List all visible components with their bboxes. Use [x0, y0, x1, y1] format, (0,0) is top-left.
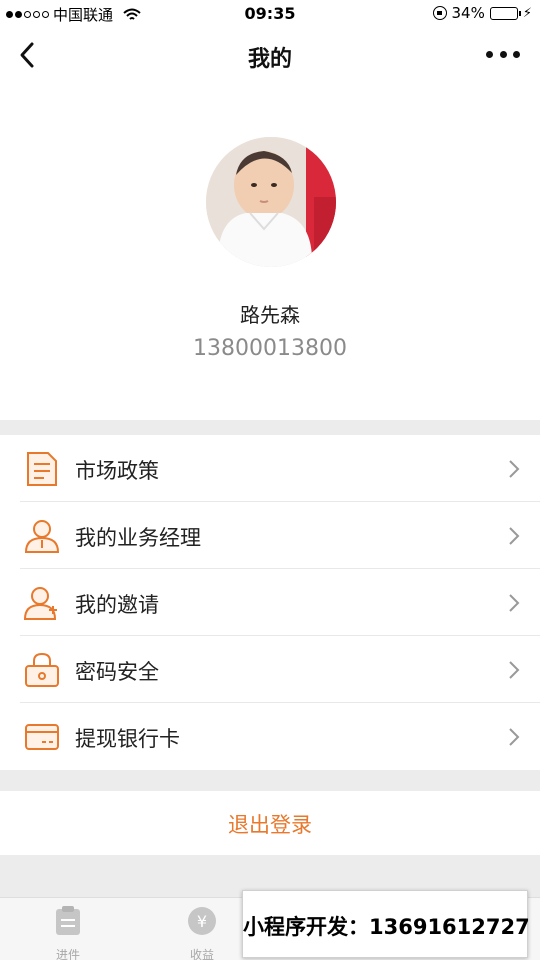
- clipboard-icon: [56, 906, 80, 935]
- chevron-left-icon[interactable]: [14, 40, 44, 70]
- menu-item-business-manager[interactable]: 我的业务经理: [0, 502, 540, 569]
- charging-icon: ⚡: [522, 5, 532, 21]
- tab-label: 收益: [189, 948, 214, 960]
- chevron-right-icon: [509, 527, 520, 545]
- invite-user-icon: [24, 587, 57, 620]
- logout-button[interactable]: 退出登录: [0, 791, 540, 855]
- svg-text:¥: ¥: [197, 912, 207, 931]
- more-dots-icon[interactable]: [486, 42, 520, 66]
- battery-percent: 34%: [451, 4, 485, 22]
- user-name: 路先森: [240, 303, 300, 327]
- menu-item-market-policy[interactable]: 市场政策: [0, 435, 540, 502]
- menu-item-label: 我的邀请: [75, 593, 159, 617]
- tab-earnings[interactable]: ¥ 收益: [162, 906, 242, 960]
- yen-icon: ¥: [188, 907, 216, 935]
- avatar[interactable]: [206, 137, 336, 267]
- profile-card: 路先森 13800013800: [0, 82, 540, 420]
- tab-label: 进件: [55, 948, 80, 960]
- menu-item-my-invitations[interactable]: 我的邀请: [0, 569, 540, 636]
- manager-icon: [24, 520, 60, 553]
- promo-banner: 小程序开发：13691612727: [242, 890, 530, 958]
- status-right: 34% ⚡: [432, 4, 532, 22]
- page-title: 我的: [247, 47, 292, 72]
- menu-item-label: 市场政策: [75, 459, 159, 483]
- menu-item-label: 我的业务经理: [75, 526, 201, 550]
- lock-icon: [25, 652, 59, 687]
- user-phone: 13800013800: [193, 336, 347, 361]
- logout-label: 退出登录: [228, 813, 312, 837]
- battery-icon: [489, 6, 521, 20]
- promo-text: 小程序开发：13691612727: [243, 915, 530, 939]
- chevron-right-icon: [509, 594, 520, 612]
- tab-applications[interactable]: 进件: [28, 906, 108, 960]
- status-bar: 中国联通 09:35 34% ⚡: [0, 0, 540, 28]
- menu-item-password-security[interactable]: 密码安全: [0, 636, 540, 703]
- menu-list: 市场政策 我的业务经理 我的邀请 密码安全 提现银行卡: [0, 435, 540, 770]
- orientation-lock-icon: [432, 6, 447, 20]
- avatar-photo: [206, 137, 336, 267]
- chevron-right-icon: [509, 460, 520, 478]
- chevron-right-icon: [509, 728, 520, 746]
- bank-card-icon: [25, 724, 59, 750]
- chevron-right-icon: [509, 661, 520, 679]
- menu-item-label: 提现银行卡: [75, 727, 180, 751]
- document-icon: [27, 452, 57, 486]
- nav-bar: 我的: [0, 28, 540, 82]
- menu-item-bank-card[interactable]: 提现银行卡: [0, 703, 540, 770]
- menu-item-label: 密码安全: [75, 660, 159, 684]
